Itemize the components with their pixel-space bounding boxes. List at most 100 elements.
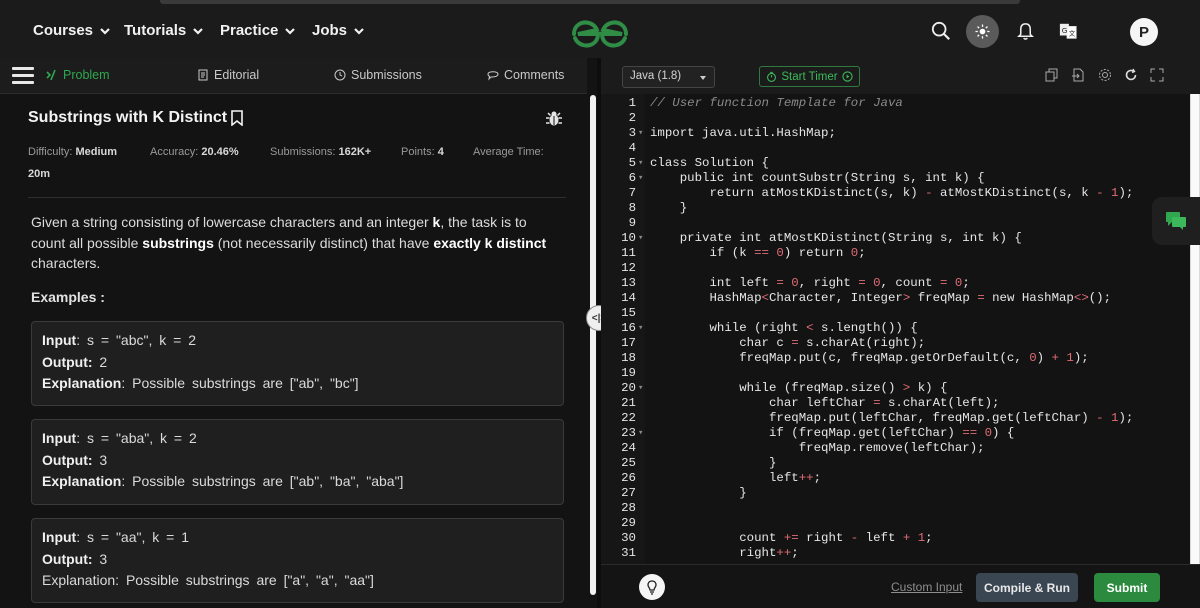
chat-bubble-icon bbox=[487, 71, 499, 81]
line-number: 29 bbox=[621, 516, 636, 530]
theme-toggle-button[interactable] bbox=[966, 15, 999, 48]
bug-report-icon[interactable] bbox=[545, 110, 563, 128]
code-line[interactable]: 11 if (k == 0) return 0; bbox=[601, 246, 1191, 261]
chevron-down-icon bbox=[285, 27, 296, 35]
bookmark-icon[interactable] bbox=[230, 110, 244, 126]
line-number: 18 bbox=[621, 351, 636, 365]
editor-pane: Java (1.8) Start Timer 1 // User function… bbox=[601, 58, 1200, 608]
code-text: HashMap<Character, Integer> freqMap = ne… bbox=[650, 291, 1112, 305]
line-number: 5 bbox=[628, 156, 636, 170]
bell-icon[interactable] bbox=[1014, 20, 1036, 42]
code-text: freqMap.put(leftChar, freqMap.get(leftCh… bbox=[650, 411, 1134, 425]
code-line[interactable]: 5 ▾ class Solution { bbox=[601, 156, 1191, 171]
code-line[interactable]: 12 bbox=[601, 261, 1191, 276]
nav-jobs[interactable]: Jobs bbox=[312, 22, 365, 39]
fullscreen-icon[interactable] bbox=[1150, 68, 1164, 82]
compile-run-button[interactable]: Compile & Run bbox=[976, 573, 1078, 602]
examples-heading: Examples : bbox=[31, 289, 105, 305]
submit-button[interactable]: Submit bbox=[1094, 573, 1160, 602]
code-line[interactable]: 13 int left = 0, right = 0, count = 0; bbox=[601, 276, 1191, 291]
code-line[interactable]: 28 bbox=[601, 501, 1191, 516]
import-file-icon[interactable] bbox=[1071, 68, 1085, 82]
chat-fab-button[interactable] bbox=[1152, 197, 1200, 245]
editor-scrollbar[interactable] bbox=[1190, 94, 1200, 564]
code-line[interactable]: 26 left++; bbox=[601, 471, 1191, 486]
fold-arrow-icon[interactable]: ▾ bbox=[638, 126, 643, 141]
code-line[interactable]: 30 count += right - left + 1; bbox=[601, 531, 1191, 546]
fold-arrow-icon[interactable]: ▾ bbox=[638, 426, 643, 441]
hint-bulb-icon[interactable] bbox=[639, 574, 665, 600]
code-line[interactable]: 17 char c = s.charAt(right); bbox=[601, 336, 1191, 351]
code-line[interactable]: 27 } bbox=[601, 486, 1191, 501]
code-line[interactable]: 8 } bbox=[601, 201, 1191, 216]
tab-submissions[interactable]: Submissions bbox=[334, 68, 422, 82]
settings-gear-icon[interactable] bbox=[1098, 68, 1112, 82]
code-text: count += right - left + 1; bbox=[650, 531, 933, 545]
fold-arrow-icon[interactable]: ▾ bbox=[638, 156, 643, 171]
line-number: 27 bbox=[621, 486, 636, 500]
tab-problem[interactable]: Problem bbox=[46, 68, 110, 82]
code-line[interactable]: 25 } bbox=[601, 456, 1191, 471]
code-line[interactable]: 22 freqMap.put(leftChar, freqMap.get(lef… bbox=[601, 411, 1191, 426]
code-line[interactable]: 20 ▾ while (freqMap.size() > k) { bbox=[601, 381, 1191, 396]
line-number: 24 bbox=[621, 441, 636, 455]
fold-arrow-icon[interactable]: ▾ bbox=[638, 171, 643, 186]
start-timer-button[interactable]: Start Timer bbox=[759, 66, 860, 87]
code-line[interactable]: 4 bbox=[601, 141, 1191, 156]
line-number: 21 bbox=[621, 396, 636, 410]
divider bbox=[28, 197, 566, 198]
line-number: 31 bbox=[621, 546, 636, 560]
language-select[interactable]: Java (1.8) bbox=[622, 66, 715, 88]
code-line[interactable]: 2 bbox=[601, 111, 1191, 126]
copy-icon[interactable] bbox=[1045, 68, 1059, 82]
page-title: Substrings with K Distinct bbox=[28, 109, 244, 127]
code-line[interactable]: 15 bbox=[601, 306, 1191, 321]
code-icon bbox=[46, 69, 56, 81]
code-line[interactable]: 29 bbox=[601, 516, 1191, 531]
translate-icon[interactable]: G文 bbox=[1057, 20, 1079, 42]
gfg-logo[interactable] bbox=[570, 17, 630, 51]
line-number: 14 bbox=[621, 291, 636, 305]
problem-scrollbar[interactable] bbox=[590, 95, 596, 595]
code-line[interactable]: 9 bbox=[601, 216, 1191, 231]
fold-arrow-icon[interactable]: ▾ bbox=[638, 231, 643, 246]
code-line[interactable]: 6 ▾ public int countSubstr(String s, int … bbox=[601, 171, 1191, 186]
code-line[interactable]: 7 return atMostKDistinct(s, k) - atMostK… bbox=[601, 186, 1191, 201]
code-line[interactable]: 31 right++; bbox=[601, 546, 1191, 561]
clock-icon bbox=[334, 69, 346, 81]
code-text: public int countSubstr(String s, int k) … bbox=[650, 171, 985, 185]
code-text: char leftChar = s.charAt(left); bbox=[650, 396, 1000, 410]
code-line[interactable]: 21 char leftChar = s.charAt(left); bbox=[601, 396, 1191, 411]
accuracy-meta: Accuracy: 20.46% bbox=[150, 146, 239, 158]
sun-icon bbox=[975, 24, 990, 39]
code-text: // User function Template for Java bbox=[650, 96, 903, 110]
fold-arrow-icon[interactable]: ▾ bbox=[638, 381, 643, 396]
nav-tutorials[interactable]: Tutorials bbox=[124, 22, 204, 39]
avatar[interactable]: P bbox=[1130, 18, 1158, 46]
line-number: 1 bbox=[628, 96, 636, 110]
code-line[interactable]: 14 HashMap<Character, Integer> freqMap =… bbox=[601, 291, 1191, 306]
code-line[interactable]: 3 ▾ import java.util.HashMap; bbox=[601, 126, 1191, 141]
menu-icon[interactable] bbox=[12, 67, 34, 85]
stopwatch-icon bbox=[767, 71, 777, 82]
custom-input-link[interactable]: Custom Input bbox=[891, 580, 962, 594]
code-line[interactable]: 24 freqMap.remove(leftChar); bbox=[601, 441, 1191, 456]
reset-icon[interactable] bbox=[1124, 68, 1138, 82]
avg-time-label: Average Time: bbox=[473, 146, 544, 158]
tab-editorial[interactable]: Editorial bbox=[197, 68, 259, 82]
line-number: 20 bbox=[621, 381, 636, 395]
code-line[interactable]: 19 bbox=[601, 366, 1191, 381]
nav-practice[interactable]: Practice bbox=[220, 22, 296, 39]
nav-courses[interactable]: Courses bbox=[33, 22, 111, 39]
code-line[interactable]: 10 ▾ private int atMostKDistinct(String s… bbox=[601, 231, 1191, 246]
search-icon[interactable] bbox=[930, 20, 952, 42]
tab-comments[interactable]: Comments bbox=[487, 68, 564, 82]
code-line[interactable]: 18 freqMap.put(c, freqMap.getOrDefault(c… bbox=[601, 351, 1191, 366]
line-number: 25 bbox=[621, 456, 636, 470]
code-line[interactable]: 1 // User function Template for Java bbox=[601, 96, 1191, 111]
code-editor[interactable]: 1 // User function Template for Java 2 3 ▾ im… bbox=[601, 94, 1191, 564]
code-line[interactable]: 23 ▾ if (freqMap.get(leftChar) == 0) { bbox=[601, 426, 1191, 441]
fold-arrow-icon[interactable]: ▾ bbox=[638, 321, 643, 336]
code-line[interactable]: 16 ▾ while (right < s.length()) { bbox=[601, 321, 1191, 336]
code-text: freqMap.remove(leftChar); bbox=[650, 441, 985, 455]
